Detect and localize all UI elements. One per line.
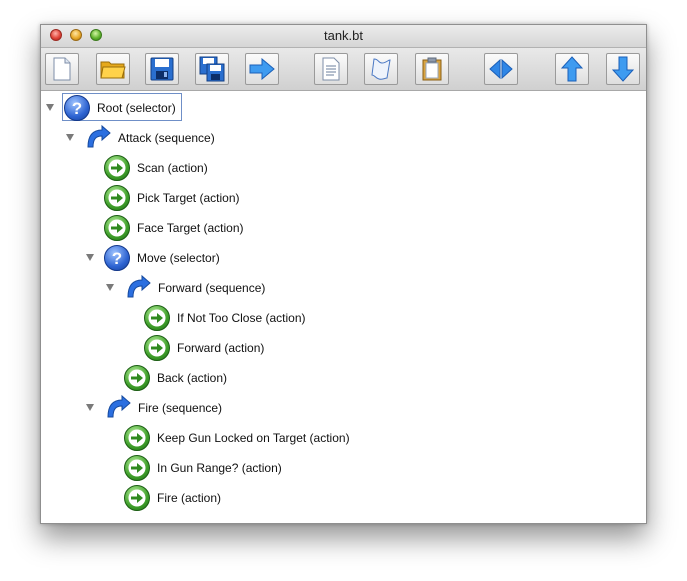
move-up-button[interactable] [555,53,589,85]
up-arrow-icon [561,56,583,82]
open-folder-button[interactable] [96,53,130,85]
tree-node-label: Forward (sequence) [158,281,266,295]
window-title: tank.bt [323,28,364,43]
behavior-tree[interactable]: ? Root (selector) Attack (sequence) Scan (a… [41,91,646,523]
tree-node-row[interactable]: In Gun Range? (action) [41,453,646,483]
right-arrow-circle-icon [104,185,130,211]
expand-collapse-button[interactable] [484,53,518,85]
right-arrow-circle-icon [144,305,170,331]
svg-text:?: ? [72,99,82,118]
tree-node-row[interactable]: Back (action) [41,363,646,393]
right-arrow-icon [249,58,275,80]
down-arrow-icon [612,56,634,82]
left-right-arrow-icon [489,58,513,80]
app-window: tank.bt ? Root (selector) Attack (sequen… [40,24,647,524]
expand-triangle-icon[interactable] [86,404,94,411]
move-down-button[interactable] [606,53,640,85]
tree-node-row[interactable]: If Not Too Close (action) [41,303,646,333]
clipboard-button[interactable] [415,53,449,85]
tree-node-label: Attack (sequence) [118,131,215,145]
right-arrow-circle-icon [124,455,150,481]
right-arrow-circle-icon [104,215,130,241]
question-mark-icon: ? [64,95,90,121]
tree-node-label: Face Target (action) [137,221,244,235]
multi-floppy-icon [199,56,225,82]
curved-arrow-icon [84,123,112,151]
right-arrow-circle-icon [144,335,170,361]
right-arrow-circle-icon [124,485,150,511]
scroll-icon [371,58,391,80]
curved-arrow-icon [124,273,152,301]
tree-node-label: Move (selector) [137,251,220,265]
tree-node-row[interactable]: Pick Target (action) [41,183,646,213]
right-arrow-circle-icon [124,365,150,391]
expand-triangle-icon[interactable] [66,134,74,141]
tree-node-row[interactable]: Fire (sequence) [41,393,646,423]
tree-node-row[interactable]: Fire (action) [41,483,646,513]
new-file-button[interactable] [45,53,79,85]
expand-triangle-icon[interactable] [46,104,54,111]
tree-node-row[interactable]: Forward (action) [41,333,646,363]
document-button[interactable] [314,53,348,85]
save-button[interactable] [145,53,179,85]
right-arrow-circle-icon [124,425,150,451]
tree-node-row[interactable]: Forward (sequence) [41,273,646,303]
tree-node-row[interactable]: Keep Gun Locked on Target (action) [41,423,646,453]
expand-triangle-icon[interactable] [106,284,114,291]
tree-node-label: If Not Too Close (action) [177,311,306,325]
save-all-button[interactable] [195,53,229,85]
script-button[interactable] [364,53,398,85]
tree-node-label: Fire (sequence) [138,401,223,415]
tree-node-label: Scan (action) [137,161,208,175]
tree-node-row[interactable]: Scan (action) [41,153,646,183]
forward-button[interactable] [245,53,279,85]
curved-arrow-icon [104,393,132,421]
question-mark-icon: ? [104,245,130,271]
tree-node-row[interactable]: Attack (sequence) [41,123,646,153]
tree-node-label: Root (selector) [97,101,176,115]
new-file-icon [53,57,71,81]
expand-triangle-icon[interactable] [86,254,94,261]
title-bar[interactable]: tank.bt [41,25,646,48]
tree-node-label: Pick Target (action) [137,191,240,205]
tree-node-label: In Gun Range? (action) [157,461,282,475]
tree-node-row[interactable]: Face Target (action) [41,213,646,243]
tree-node-label: Back (action) [157,371,228,385]
tree-node-label: Keep Gun Locked on Target (action) [157,431,350,445]
tree-node-row[interactable]: ? Root (selector) [41,93,646,123]
toolbar [41,48,646,91]
tree-node-row[interactable]: ? Move (selector) [41,243,646,273]
floppy-disk-icon [150,57,174,81]
tree-node-label: Forward (action) [177,341,265,355]
right-arrow-circle-icon [104,155,130,181]
clipboard-icon [422,57,442,81]
folder-icon [100,61,126,79]
tree-node-label: Fire (action) [157,491,222,505]
svg-text:?: ? [112,249,122,268]
document-icon [322,57,340,81]
